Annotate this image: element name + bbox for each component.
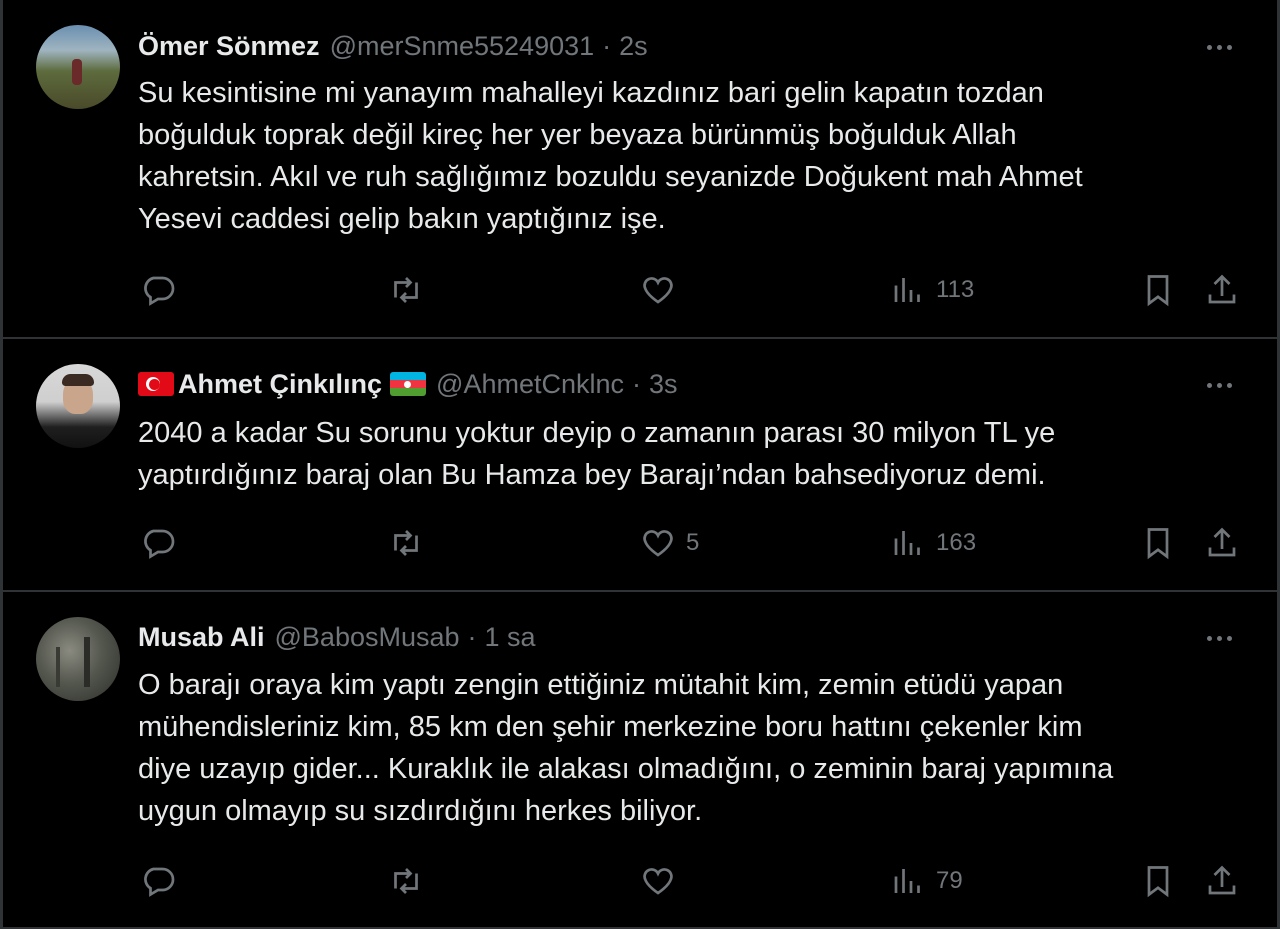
more-icon[interactable]	[1199, 623, 1239, 653]
tweet-header: Ahmet Çinkılınç @AhmetCnklnc · 3s	[138, 366, 678, 402]
bookmark-button[interactable]	[1140, 270, 1176, 310]
like-icon	[643, 530, 673, 557]
like-count: 5	[686, 529, 700, 556]
tweet-text-line: mühendisleriniz kim, 85 km den şehir mer…	[138, 711, 1083, 743]
timestamp[interactable]: 2s	[619, 31, 648, 62]
tweet-3[interactable]: Musab Ali @BabosMusab · 1 sa O barajı or…	[3, 591, 1277, 929]
separator-dot: ·	[632, 368, 642, 399]
views-icon	[894, 531, 920, 555]
share-button[interactable]	[1204, 523, 1240, 563]
share-button[interactable]	[1204, 270, 1240, 310]
timestamp[interactable]: 3s	[649, 369, 678, 400]
views-icon	[894, 869, 920, 893]
bookmark-icon	[1147, 275, 1169, 307]
retweet-button[interactable]	[388, 523, 424, 563]
reply-button[interactable]	[140, 270, 176, 310]
timestamp[interactable]: 1 sa	[485, 622, 536, 653]
tweet-text: 2040 a kadar Su sorunu yoktur deyip o za…	[138, 412, 1248, 496]
tweet-actions: 113	[138, 270, 1248, 310]
retweet-icon	[394, 868, 418, 894]
like-icon	[643, 868, 673, 895]
retweet-icon	[394, 530, 418, 556]
tweet-text-line: uygun olmayıp su sızdırdığını herkes bil…	[138, 795, 703, 827]
more-icon[interactable]	[1199, 32, 1239, 62]
tweet-actions: 79	[138, 861, 1248, 901]
bookmark-icon	[1147, 866, 1169, 898]
avatar[interactable]	[36, 617, 120, 701]
author-name[interactable]: Ömer Sönmez	[138, 31, 320, 62]
bookmark-button[interactable]	[1140, 523, 1176, 563]
tweet-text-line: Yesevi caddesi gelip bakın yaptığınız iş…	[138, 203, 666, 235]
like-button[interactable]	[640, 270, 686, 310]
views-count: 163	[936, 529, 977, 556]
tweet-text-line: yaptırdığınız baraj olan Bu Hamza bey Ba…	[138, 459, 1046, 491]
views-button[interactable]: 79	[890, 861, 963, 901]
views-button[interactable]: 113	[890, 270, 974, 310]
tweet-text: O barajı oraya kim yaptı zengin ettiğini…	[138, 664, 1248, 832]
avatar[interactable]	[36, 364, 120, 448]
like-button[interactable]: 5	[640, 523, 699, 563]
reply-button[interactable]	[140, 861, 176, 901]
reply-icon	[144, 867, 175, 897]
views-button[interactable]: 163	[890, 523, 976, 563]
tweet-1[interactable]: Ömer Sönmez @merSnme55249031 · 2s Su kes…	[3, 0, 1277, 338]
separator-dot: ·	[467, 621, 477, 652]
share-icon	[1208, 527, 1236, 557]
tweet-text: Su kesintisine mi yanayım mahalleyi kazd…	[138, 72, 1248, 240]
avatar[interactable]	[36, 25, 120, 109]
tweet-text-line: diye uzayıp gider... Kuraklık ile alakas…	[138, 753, 1114, 785]
author-name[interactable]: Musab Ali	[138, 622, 265, 653]
author-handle[interactable]: @AhmetCnklnc	[436, 369, 624, 400]
tweet-text-line: Su kesintisine mi yanayım mahalleyi kazd…	[138, 77, 1044, 109]
share-icon	[1208, 865, 1236, 895]
author-handle[interactable]: @BabosMusab	[275, 622, 460, 653]
reply-button[interactable]	[140, 523, 176, 563]
views-count: 79	[936, 867, 963, 894]
tweet-header: Ömer Sönmez @merSnme55249031 · 2s	[138, 28, 648, 64]
separator-dot: ·	[602, 30, 612, 61]
tweet-2[interactable]: Ahmet Çinkılınç @AhmetCnklnc · 3s 2040 a…	[3, 338, 1277, 591]
bookmark-icon	[1147, 528, 1169, 560]
author-name[interactable]: Ahmet Çinkılınç	[178, 369, 382, 400]
share-icon	[1208, 274, 1236, 304]
retweet-button[interactable]	[388, 270, 424, 310]
like-icon	[643, 277, 673, 304]
tweet-actions: 5 163	[138, 523, 1248, 563]
author-handle[interactable]: @merSnme55249031	[330, 31, 595, 62]
tweet-text-line: O barajı oraya kim yaptı zengin ettiğini…	[138, 669, 1064, 701]
views-count: 113	[936, 276, 975, 303]
tweet-header: Musab Ali @BabosMusab · 1 sa	[138, 619, 536, 655]
more-icon[interactable]	[1199, 370, 1239, 400]
azerbaijan-flag-icon	[390, 372, 427, 396]
retweet-button[interactable]	[388, 861, 424, 901]
tweet-text-line: kahretsin. Akıl ve ruh sağlığımız bozuld…	[138, 161, 1083, 193]
reply-icon	[144, 529, 175, 559]
reply-icon	[144, 276, 175, 306]
like-button[interactable]	[640, 861, 686, 901]
turkey-flag-icon	[138, 372, 174, 396]
tweet-text-line: 2040 a kadar Su sorunu yoktur deyip o za…	[138, 417, 1056, 449]
share-button[interactable]	[1204, 861, 1240, 901]
bookmark-button[interactable]	[1140, 861, 1176, 901]
retweet-icon	[394, 277, 418, 303]
tweet-text-line: boğulduk toprak değil kireç her yer beya…	[138, 119, 1017, 151]
views-icon	[894, 278, 920, 302]
